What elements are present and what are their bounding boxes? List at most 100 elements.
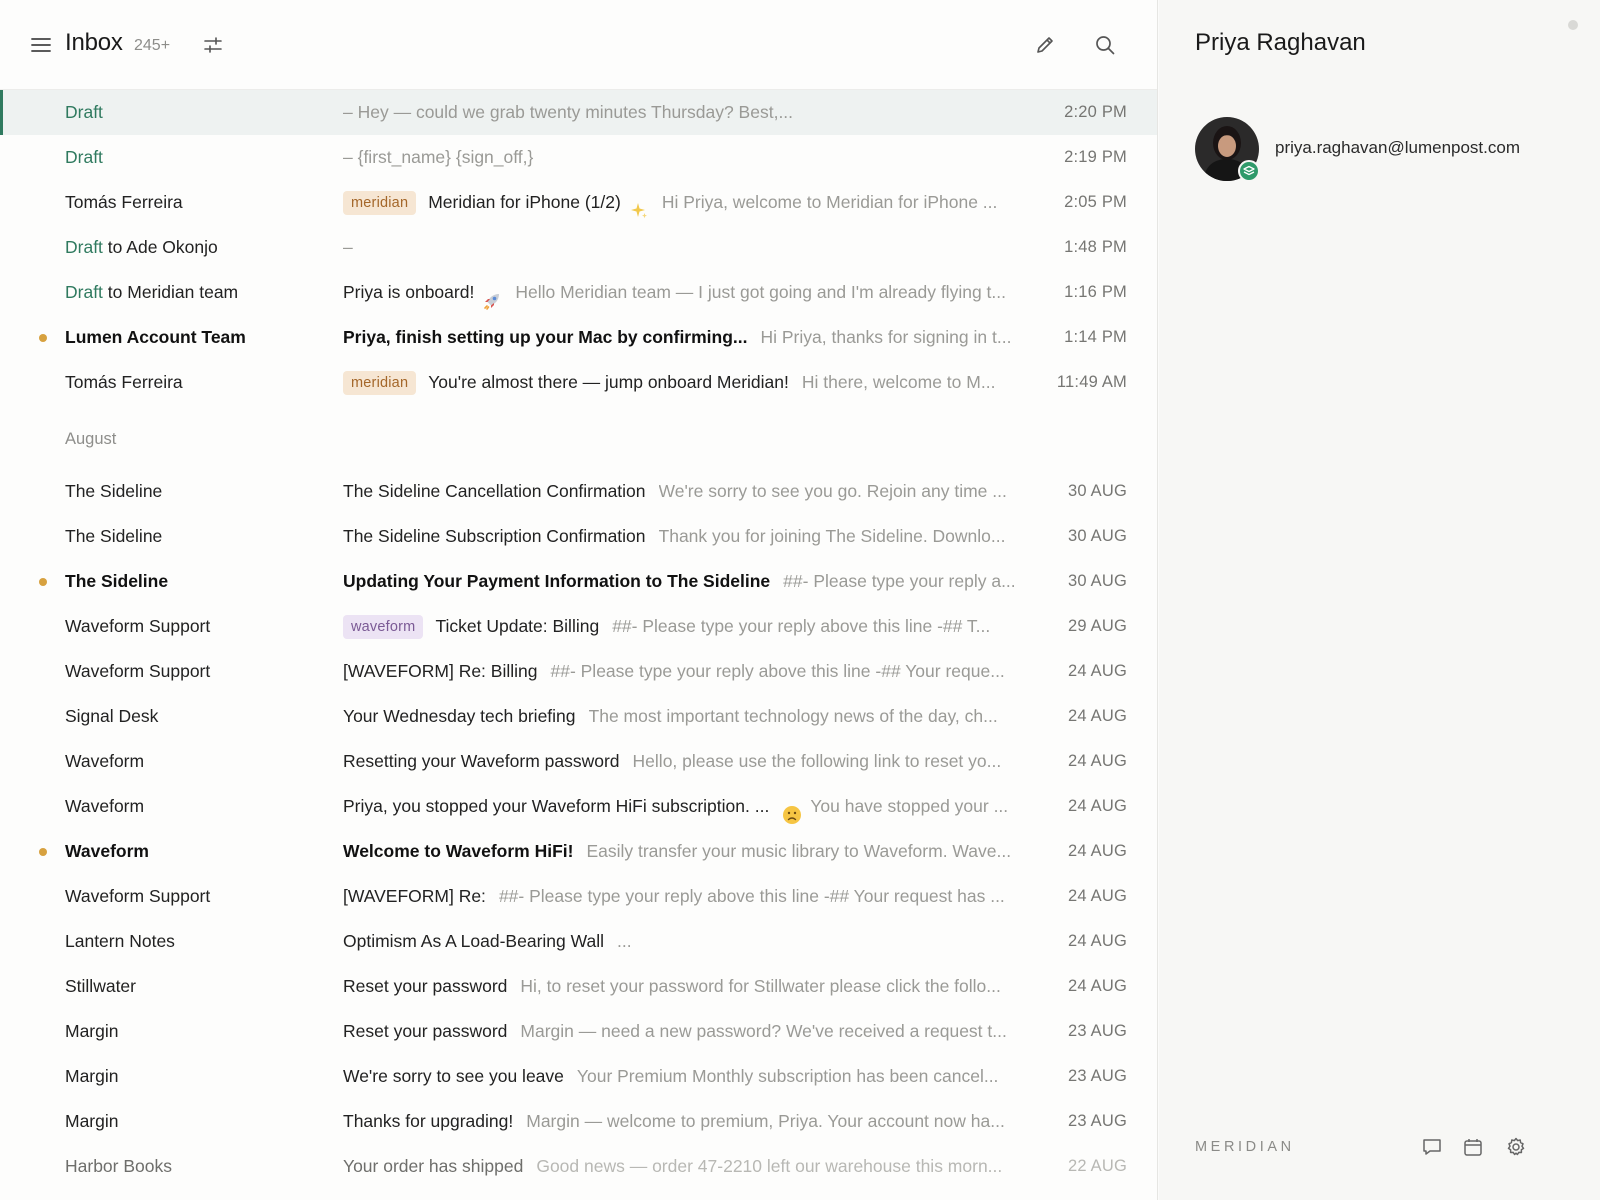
time: 24 AUG xyxy=(1068,752,1127,770)
message-row[interactable]: Tomás Ferreira meridian You're almost th… xyxy=(0,360,1157,405)
message-row[interactable]: Draft to Ade Okonjo – 1:48 PM xyxy=(0,225,1157,270)
time: 24 AUG xyxy=(1068,707,1127,725)
message-row[interactable]: Waveform Support waveform Ticket Update:… xyxy=(0,604,1157,649)
message-content: meridian You're almost there — jump onbo… xyxy=(343,360,1025,405)
subject: Priya, finish setting up your Mac by con… xyxy=(343,327,748,347)
section-header: August xyxy=(0,405,1157,469)
chat-bubble-icon[interactable] xyxy=(1421,1136,1443,1158)
sender: Waveform Support xyxy=(65,886,211,906)
hamburger-menu-icon[interactable] xyxy=(30,35,52,55)
preview: – {first_name} {sign_off,} xyxy=(343,147,534,167)
message-row[interactable]: The Sideline The Sideline Subscription C… xyxy=(0,514,1157,559)
sliders-filter-icon[interactable] xyxy=(202,34,224,56)
subject: Priya, you stopped your Waveform HiFi su… xyxy=(343,796,770,816)
message-row[interactable]: The Sideline Updating Your Payment Infor… xyxy=(0,559,1157,604)
preview: ##- Please type your reply above this li… xyxy=(612,616,991,636)
message-content: The Sideline Cancellation Confirmation W… xyxy=(343,469,1025,514)
tag-waveform[interactable]: waveform xyxy=(343,614,424,639)
preview: Thank you for joining The Sideline. Down… xyxy=(658,526,1006,546)
unread-dot xyxy=(39,334,47,342)
subject: [WAVEFORM] Re: xyxy=(343,886,486,906)
preview: – Hey — could we grab twenty minutes Thu… xyxy=(343,102,794,122)
mail-app: Inbox 245+ Draft – Hey — could we grab t… xyxy=(0,0,1600,1200)
subject: Optimism As A Load-Bearing Wall xyxy=(343,931,604,951)
time: 23 AUG xyxy=(1068,1112,1127,1130)
message-content: Your order has shipped Good news — order… xyxy=(343,1144,1025,1189)
preview: ##- Please type your reply above this li… xyxy=(550,661,1005,681)
draft-label: Draft xyxy=(65,147,103,167)
message-row[interactable]: Waveform Resetting your Waveform passwor… xyxy=(0,739,1157,784)
contact-email[interactable]: priya.raghavan@lumenpost.com xyxy=(1275,138,1520,158)
message-row[interactable]: Waveform Priya, you stopped your Wavefor… xyxy=(0,784,1157,829)
preview: ##- Please type your reply a... xyxy=(783,571,1016,591)
message-content: Reset your password Hi, to reset your pa… xyxy=(343,964,1025,1009)
message-content: Priya, finish setting up your Mac by con… xyxy=(343,315,1025,360)
message-content: – xyxy=(343,225,1025,270)
pencil-compose-icon[interactable] xyxy=(1034,34,1056,56)
time: 2:20 PM xyxy=(1064,103,1127,121)
search-icon[interactable] xyxy=(1094,34,1116,56)
time: 2:19 PM xyxy=(1064,148,1127,166)
message-row[interactable]: Waveform Support [WAVEFORM] Re: Billing … xyxy=(0,649,1157,694)
settings-gear-icon[interactable] xyxy=(1505,1136,1527,1158)
sender: Draft xyxy=(65,135,325,180)
message-row[interactable]: Signal Desk Your Wednesday tech briefing… xyxy=(0,694,1157,739)
sender: Signal Desk xyxy=(65,706,159,726)
message-row[interactable]: Waveform Support [WAVEFORM] Re: ##- Plea… xyxy=(0,874,1157,919)
draft-label: Draft xyxy=(65,102,103,122)
message-content: Reset your password Margin — need a new … xyxy=(343,1009,1025,1054)
message-row[interactable]: Draft – {first_name} {sign_off,} 2:19 PM xyxy=(0,135,1157,180)
message-row[interactable]: Harbor Books Your order has shipped Good… xyxy=(0,1144,1157,1189)
subject: Ticket Update: Billing xyxy=(435,616,600,636)
calendar-icon[interactable] xyxy=(1462,1136,1484,1158)
preview: Margin — welcome to premium, Priya. Your… xyxy=(526,1111,1005,1131)
time: 24 AUG xyxy=(1068,662,1127,680)
unread-dot xyxy=(39,848,47,856)
sender: Margin xyxy=(65,1111,119,1131)
message-row[interactable]: Lantern Notes Optimism As A Load-Bearing… xyxy=(0,919,1157,964)
message-row[interactable]: The Sideline The Sideline Cancellation C… xyxy=(0,469,1157,514)
time: 24 AUG xyxy=(1068,977,1127,995)
contact-name: Priya Raghavan xyxy=(1195,29,1366,56)
preview: Hello, please use the following link to … xyxy=(632,751,1002,771)
rocket-icon xyxy=(482,283,502,310)
subject: Meridian for iPhone (1/2) xyxy=(428,192,621,212)
section-label: August xyxy=(65,430,117,448)
tag-meridian[interactable]: meridian xyxy=(343,370,417,395)
time: 30 AUG xyxy=(1068,572,1127,590)
message-row[interactable]: Margin We're sorry to see you leave Your… xyxy=(0,1054,1157,1099)
draft-label: Draft xyxy=(65,282,103,302)
tag-meridian[interactable]: meridian xyxy=(343,190,417,215)
inbox-count: 245+ xyxy=(134,37,171,54)
sender: Tomás Ferreira xyxy=(65,372,183,392)
layers-badge-icon xyxy=(1238,160,1260,182)
subject: The Sideline Subscription Confirmation xyxy=(343,526,646,546)
sender: Margin xyxy=(65,1066,119,1086)
message-row[interactable]: Waveform Welcome to Waveform HiFi! Easil… xyxy=(0,829,1157,874)
subject: Priya is onboard! xyxy=(343,282,475,302)
time: 24 AUG xyxy=(1068,932,1127,950)
subject: Your order has shipped xyxy=(343,1156,524,1176)
message-row[interactable]: Draft – Hey — could we grab twenty minut… xyxy=(0,90,1157,135)
preview: Your Premium Monthly subscription has be… xyxy=(576,1066,999,1086)
subject: [WAVEFORM] Re: Billing xyxy=(343,661,538,681)
preview: Hi Priya, thanks for signing in t... xyxy=(760,327,1012,347)
message-row[interactable]: Lumen Account Team Priya, finish setting… xyxy=(0,315,1157,360)
sender: Waveform Support xyxy=(65,616,211,636)
preview-with-emoji: You have stopped your ... xyxy=(782,784,1025,829)
message-row[interactable]: Stillwater Reset your password Hi, to re… xyxy=(0,964,1157,1009)
message-content: Your Wednesday tech briefing The most im… xyxy=(343,694,1025,739)
time: 2:05 PM xyxy=(1064,193,1127,211)
message-row[interactable]: Margin Reset your password Margin — need… xyxy=(0,1009,1157,1054)
sender: The Sideline xyxy=(65,526,163,546)
draft-recipient: to Meridian team xyxy=(102,282,239,302)
subject: Your Wednesday tech briefing xyxy=(343,706,576,726)
message-content: The Sideline Subscription Confirmation T… xyxy=(343,514,1025,559)
message-row[interactable]: Draft to Meridian team Priya is onboard!… xyxy=(0,270,1157,315)
time: 1:16 PM xyxy=(1064,283,1127,301)
avatar[interactable] xyxy=(1195,117,1260,182)
subject: Reset your password xyxy=(343,976,508,996)
sender: Harbor Books xyxy=(65,1156,172,1176)
message-row[interactable]: Margin Thanks for upgrading! Margin — we… xyxy=(0,1099,1157,1144)
message-row[interactable]: Tomás Ferreira meridian Meridian for iPh… xyxy=(0,180,1157,225)
